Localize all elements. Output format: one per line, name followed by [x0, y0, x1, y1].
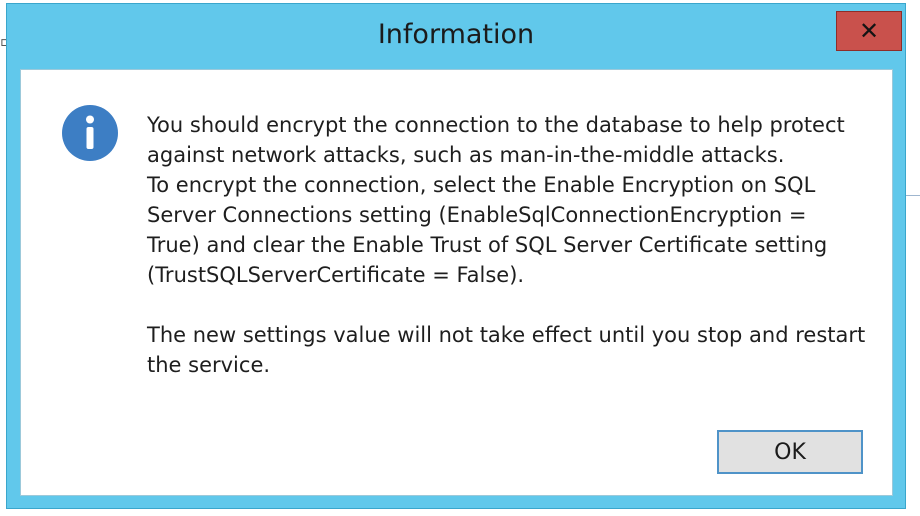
close-icon: ✕ [858, 17, 880, 45]
message-line: You should encrypt the connection to the… [147, 113, 845, 137]
ok-button[interactable]: OK [717, 430, 863, 474]
message-line: (TrustSQLServerCertificate = False). [147, 263, 525, 287]
background-window-edge [905, 195, 920, 196]
message-line: True) and clear the Enable Trust of SQL … [147, 233, 828, 257]
title-bar[interactable]: Information ✕ [7, 4, 905, 70]
information-dialog: Information ✕ You should encrypt the con… [6, 3, 906, 509]
message-line: Server Connections setting (EnableSqlCon… [147, 203, 807, 227]
dialog-content: You should encrypt the connection to the… [20, 69, 893, 496]
close-button[interactable]: ✕ [836, 11, 902, 51]
dialog-title: Information [377, 19, 535, 50]
note-line: the service. [147, 353, 271, 377]
information-icon [62, 105, 118, 161]
message-text: You should encrypt the connection to the… [147, 110, 877, 380]
message-line: against network attacks, such as man-in-… [147, 143, 785, 167]
message-line: To encrypt the connection, select the En… [147, 173, 816, 197]
note-line: The new settings value will not take eff… [147, 323, 866, 347]
